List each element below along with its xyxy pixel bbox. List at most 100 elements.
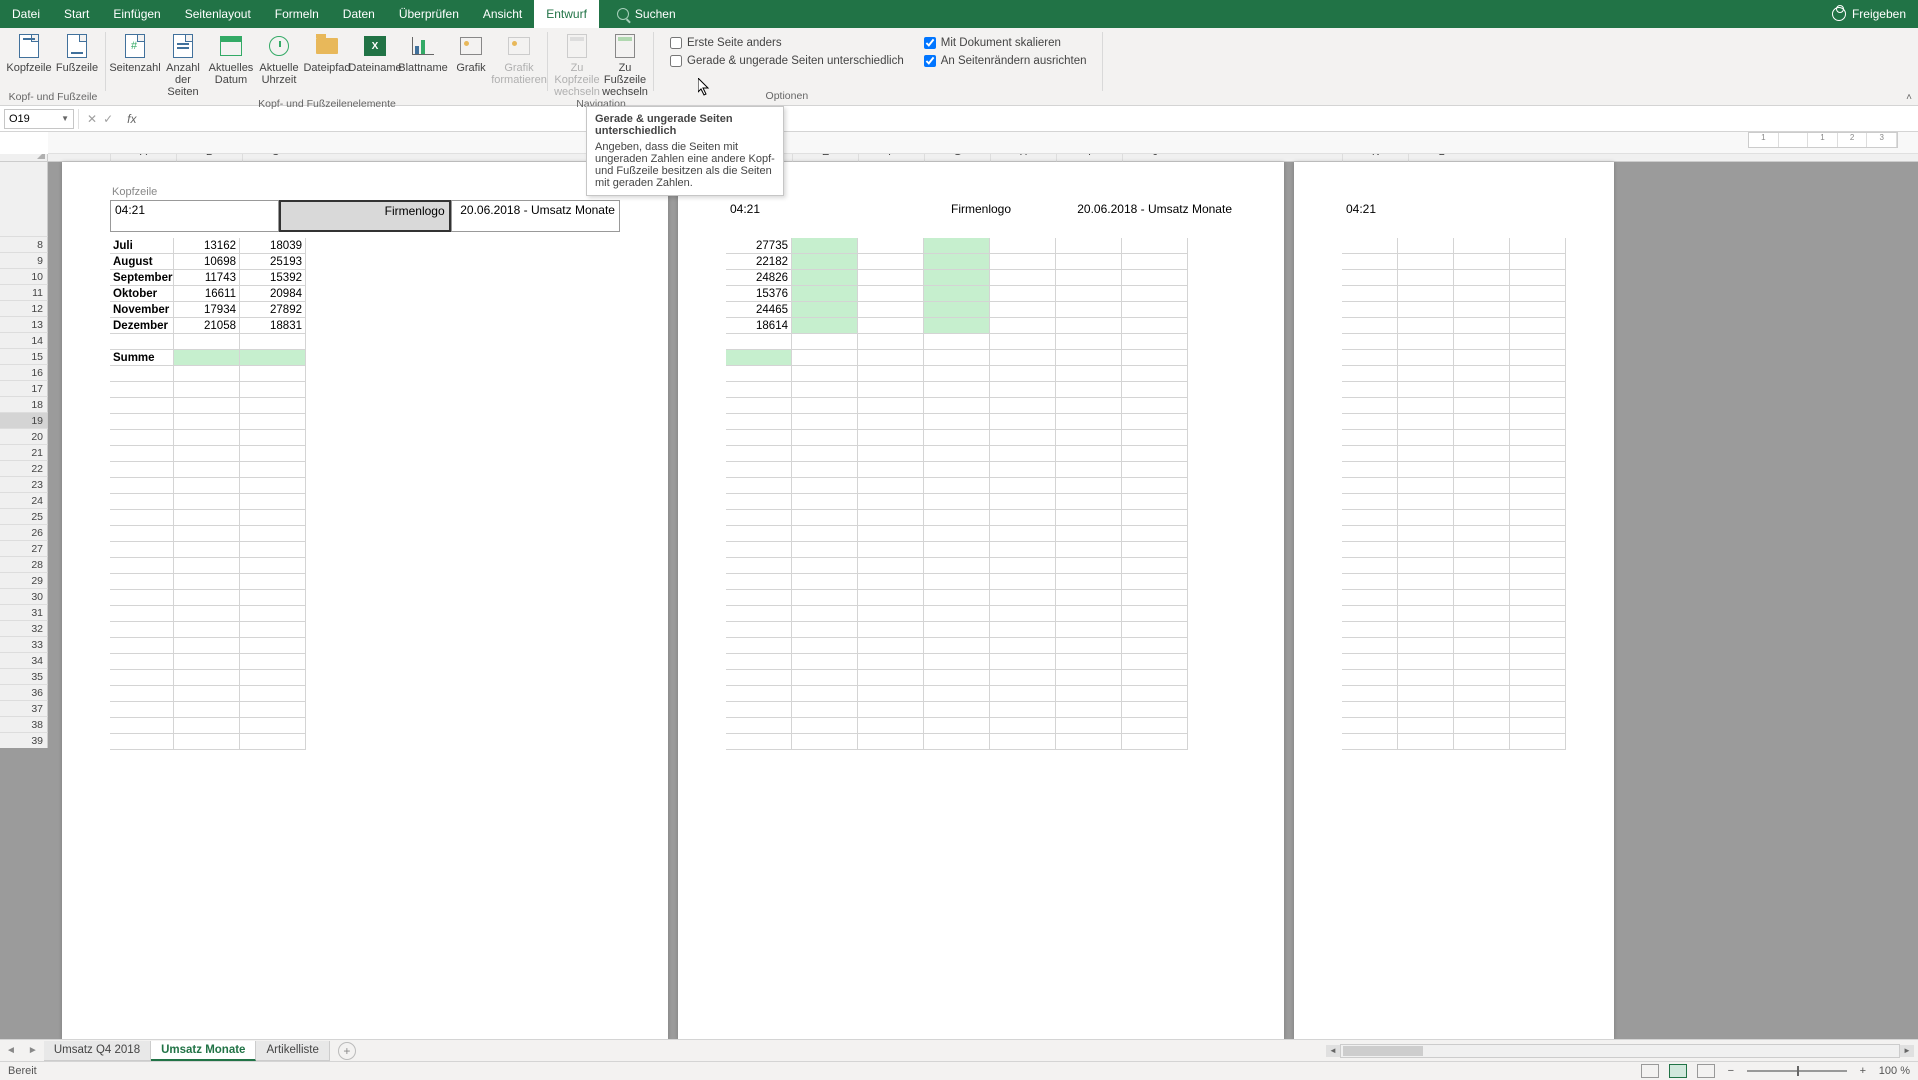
cell[interactable] [924,318,990,334]
cell[interactable] [858,414,924,430]
cell[interactable] [1056,430,1122,446]
row-header-9[interactable]: 9 [0,252,48,268]
cell[interactable] [110,398,174,414]
row-header-35[interactable]: 35 [0,668,48,684]
cell[interactable] [924,654,990,670]
cell[interactable] [990,350,1056,366]
cell[interactable] [1056,574,1122,590]
cell[interactable] [924,414,990,430]
cell[interactable] [1398,430,1454,446]
cell[interactable] [1510,334,1566,350]
cell[interactable] [1342,542,1398,558]
cell[interactable] [990,430,1056,446]
cell[interactable] [792,542,858,558]
cell[interactable] [240,702,306,718]
row-header-19[interactable]: 19 [0,412,48,428]
cell[interactable] [240,734,306,750]
cell[interactable] [1510,638,1566,654]
cell[interactable] [1342,478,1398,494]
cell[interactable] [858,366,924,382]
column-header-H[interactable]: H [990,154,1056,162]
column-header-F[interactable]: F [858,154,924,162]
aktuelle-uhrzeit-button[interactable]: Aktuelle Uhrzeit [256,30,302,98]
cell[interactable] [1342,414,1398,430]
cell[interactable] [792,574,858,590]
cell[interactable] [1454,494,1510,510]
menu-tab-formeln[interactable]: Formeln [263,0,331,28]
cell[interactable]: 18831 [240,318,306,334]
cell[interactable] [1510,238,1566,254]
cell[interactable]: 11743 [174,270,240,286]
cell[interactable] [1454,734,1510,750]
cell[interactable] [858,494,924,510]
cell[interactable] [240,382,306,398]
fx-icon[interactable]: fx [121,112,142,126]
cell[interactable] [726,654,792,670]
cell[interactable] [1342,654,1398,670]
cell[interactable] [990,414,1056,430]
cell[interactable]: 20984 [240,286,306,302]
cell[interactable] [924,254,990,270]
cell[interactable] [1454,382,1510,398]
cell[interactable] [858,734,924,750]
cell[interactable] [1342,366,1398,382]
cell[interactable] [240,446,306,462]
cell[interactable] [1342,590,1398,606]
cell[interactable] [858,638,924,654]
cell[interactable] [858,478,924,494]
cell[interactable] [1122,238,1188,254]
cell[interactable] [174,638,240,654]
margin-ruler[interactable]: 1123 [1748,132,1898,148]
zoom-slider[interactable] [1747,1070,1847,1072]
cell[interactable] [924,542,990,558]
cell[interactable] [1454,334,1510,350]
cell[interactable] [792,334,858,350]
cell[interactable] [174,478,240,494]
cell[interactable] [924,558,990,574]
cell[interactable] [240,414,306,430]
cell[interactable] [990,638,1056,654]
row-header-23[interactable]: 23 [0,476,48,492]
cell[interactable]: 25193 [240,254,306,270]
cell[interactable] [110,526,174,542]
menu-tab-daten[interactable]: Daten [331,0,387,28]
cell[interactable] [1342,286,1398,302]
row-header-27[interactable]: 27 [0,540,48,556]
cell[interactable] [924,622,990,638]
gerade-ungerade-checkbox[interactable]: Gerade & ungerade Seiten unterschiedlich [670,54,904,68]
cell[interactable] [990,558,1056,574]
cell[interactable] [1398,382,1454,398]
cell[interactable] [1510,430,1566,446]
cell[interactable] [1122,702,1188,718]
cell[interactable] [1454,462,1510,478]
cell[interactable] [1398,606,1454,622]
cell[interactable]: 16611 [174,286,240,302]
cell[interactable] [1056,382,1122,398]
cell[interactable] [1056,286,1122,302]
cell[interactable] [1122,366,1188,382]
cell[interactable] [1342,302,1398,318]
mit-dokument-skalieren-checkbox[interactable]: Mit Dokument skalieren [924,36,1087,50]
cell[interactable] [174,574,240,590]
cell[interactable] [1398,686,1454,702]
cell[interactable] [1510,526,1566,542]
cell[interactable] [858,430,924,446]
cell[interactable] [1510,446,1566,462]
cell[interactable] [1342,494,1398,510]
cell[interactable] [110,638,174,654]
cell[interactable] [990,398,1056,414]
cell[interactable] [1398,654,1454,670]
cell[interactable] [726,702,792,718]
cell[interactable]: September [110,270,174,286]
cell[interactable] [1122,590,1188,606]
cell[interactable] [1398,510,1454,526]
cell[interactable] [1454,318,1510,334]
cell[interactable] [726,382,792,398]
cell[interactable] [1342,702,1398,718]
cell[interactable] [924,686,990,702]
cell[interactable] [1342,638,1398,654]
cell[interactable] [792,526,858,542]
cell[interactable] [990,366,1056,382]
header-left-box[interactable]: 04:21 [110,200,279,232]
cell[interactable] [858,350,924,366]
